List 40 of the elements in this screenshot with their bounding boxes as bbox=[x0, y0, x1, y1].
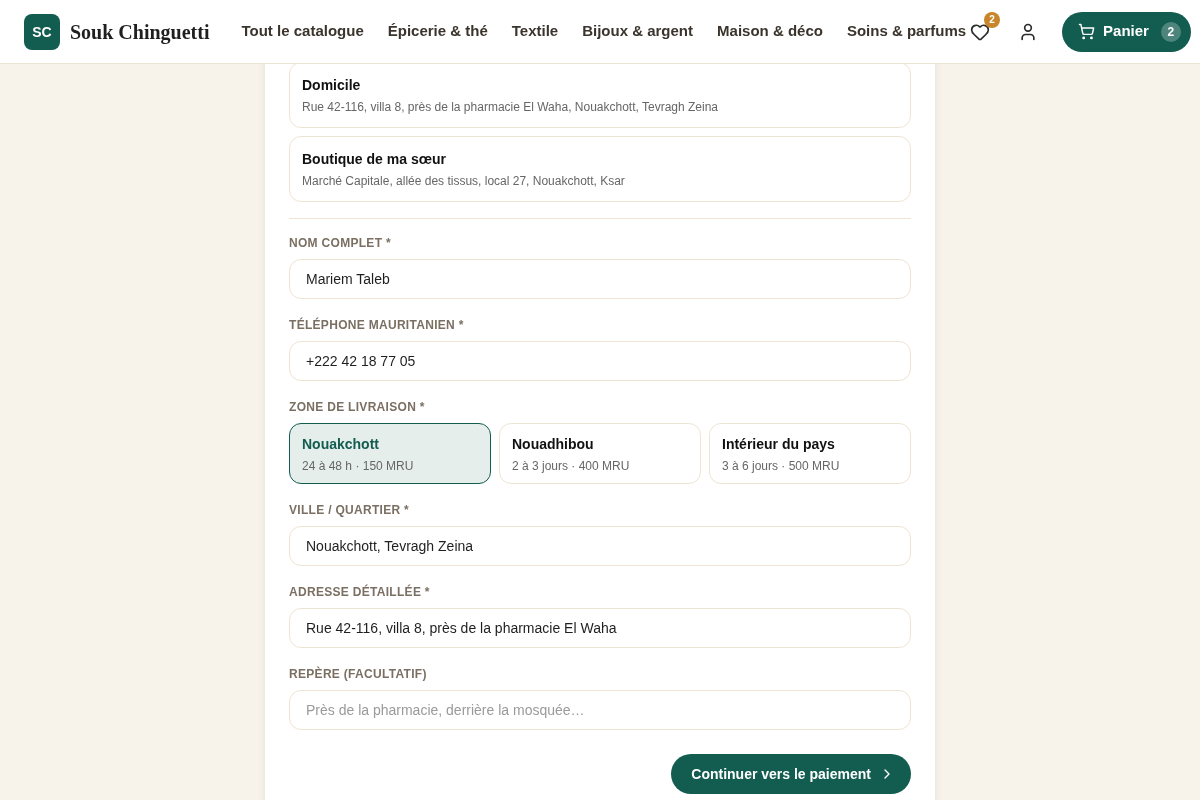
nav-link[interactable]: Bijoux & argent bbox=[582, 20, 694, 43]
input-field[interactable]: Nouakchott, Tevragh Zeina bbox=[289, 526, 911, 566]
continue-button[interactable]: Continuer vers le paiement bbox=[671, 754, 911, 794]
address-text: Marché Capitale, allée des tissus, local 27, Nouakchott, Ksar bbox=[302, 173, 626, 189]
input-field[interactable]: Près de la pharmacie, derrière la mosquée… bbox=[289, 690, 911, 730]
cart-count: 2 bbox=[1160, 21, 1181, 42]
heart-icon bbox=[970, 21, 991, 42]
zone-option[interactable]: Nouakchott 24 à 48 h · 150 MRU bbox=[289, 423, 491, 484]
zone-name: Nouadhibou bbox=[512, 434, 594, 454]
cart-label: Panier bbox=[1103, 21, 1149, 42]
field-label: ZONE DE LIVRAISON * bbox=[289, 399, 426, 415]
zone-name: Nouakchott bbox=[302, 434, 379, 454]
field-label: REPÈRE (FACULTATIF) bbox=[289, 666, 428, 682]
saved-address-card[interactable]: Boutique de ma sœur Marché Capitale, allée des tissus, local 27, Nouakchott, Ksar bbox=[289, 136, 911, 202]
nav-link[interactable]: Soins & parfums bbox=[846, 20, 967, 43]
field-label: VILLE / QUARTIER * bbox=[289, 502, 411, 518]
logo[interactable]: SC bbox=[24, 13, 60, 50]
address-text: Rue 42-116, villa 8, près de la pharmacie El Waha, Nouakchott, Tevragh Zeina bbox=[302, 99, 719, 115]
zone-option[interactable]: Intérieur du pays 3 à 6 jours · 500 MRU bbox=[709, 423, 911, 484]
count-badge: 2 bbox=[984, 11, 1001, 28]
brand-name[interactable]: Souk Chinguetti bbox=[70, 17, 210, 46]
nav-link[interactable]: Maison & déco bbox=[717, 20, 823, 43]
field-label: TÉLÉPHONE MAURITANIEN * bbox=[289, 317, 465, 333]
zone-detail: 3 à 6 jours · 500 MRU bbox=[722, 457, 840, 474]
input-field[interactable]: Mariem Taleb bbox=[289, 259, 911, 299]
field-label: ADRESSE DÉTAILLÉE * bbox=[289, 584, 431, 600]
zone-name: Intérieur du pays bbox=[722, 434, 835, 454]
zone-detail: 24 à 48 h · 150 MRU bbox=[302, 457, 414, 474]
address-name: Boutique de ma sœur bbox=[302, 150, 447, 169]
nav-link[interactable]: Épicerie & thé bbox=[387, 20, 488, 43]
field-label: NOM COMPLET * bbox=[289, 235, 392, 251]
nav-link[interactable]: Textile bbox=[511, 20, 559, 43]
nav-link[interactable]: Tout le catalogue bbox=[241, 20, 364, 43]
input-field[interactable]: +222 42 18 77 05 bbox=[289, 341, 911, 381]
address-name: Domicile bbox=[302, 76, 362, 95]
zone-option[interactable]: Nouadhibou 2 à 3 jours · 400 MRU bbox=[499, 423, 701, 484]
input-field[interactable]: Rue 42-116, villa 8, près de la pharmacie El Waha bbox=[289, 608, 911, 648]
cart-button[interactable]: Panier 2 bbox=[1062, 11, 1191, 52]
cart-icon bbox=[1078, 23, 1096, 40]
zone-detail: 2 à 3 jours · 400 MRU bbox=[512, 457, 630, 474]
